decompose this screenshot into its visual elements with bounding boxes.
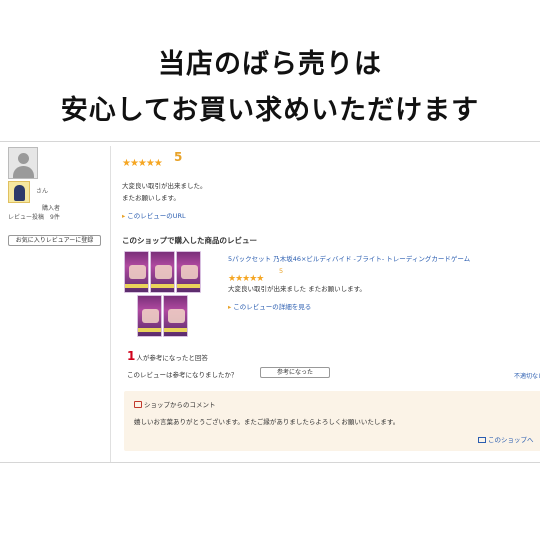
purchaser-label: 購入者 <box>42 205 61 212</box>
badge-figure-shape <box>14 185 25 201</box>
avatar[interactable] <box>8 147 38 179</box>
product-title-link[interactable]: 5パックセット 乃木坂46×ビルディバイド -ブライト- トレーディングカードゲ… <box>228 253 470 263</box>
banner-line-1: 当店のばら売りは <box>158 49 382 80</box>
arrow-right-icon: ▸ <box>228 303 232 311</box>
review-main: ★★★★★ 5 大変良い取引が出来ました。 またお願いします。 ▸ このレビューの… <box>118 142 540 462</box>
product-rating-value: 5 <box>279 267 284 275</box>
review-url-label: このレビューのURL <box>127 212 186 220</box>
add-favorite-reviewer-button[interactable]: お気に入りレビュアーに登録 <box>8 235 101 246</box>
shop-comment-title-label: ショップからのコメント <box>144 401 216 409</box>
star-icons: ★★★★★ <box>122 158 163 169</box>
promo-banner: 当店のばら売りは 安心してお買い求めいただけます <box>0 0 540 140</box>
helpful-count-number: 1 <box>127 349 136 363</box>
review-card: さん 購入者 レビュー投稿 9件 お気に入りレビュアーに登録 ★★★★★ 5 大… <box>0 141 540 463</box>
review-detail-link[interactable]: ▸ このレビューの詳細を見る <box>228 301 311 311</box>
review-url-link[interactable]: ▸ このレビューのURL <box>122 210 186 220</box>
reviewer-name[interactable]: さん <box>36 186 48 195</box>
mail-icon <box>478 437 486 443</box>
card-pack-image <box>176 251 201 293</box>
review-text-line-2: またお願いします。 <box>122 194 180 202</box>
helpful-count-suffix: 人が参考になったと回答 <box>136 354 208 362</box>
banner-line-2: 安心してお買い求めいただけます <box>60 95 480 126</box>
avatar-body-shape <box>13 166 34 178</box>
review-rating-stars: ★★★★★ <box>122 151 163 170</box>
helpful-button[interactable]: 参考になった <box>260 367 330 378</box>
shop-products-heading: このショップで購入した商品のレビュー <box>122 236 257 245</box>
avatar-head-shape <box>18 153 29 164</box>
speech-bubble-icon <box>134 401 142 408</box>
shop-link-label: このショップへ <box>488 436 534 444</box>
card-pack-image <box>150 251 175 293</box>
card-pack-image <box>137 295 162 337</box>
review-rating-value: 5 <box>174 150 183 164</box>
helpful-question: このレビューは参考になりましたか？ <box>127 371 238 379</box>
review-text-line-1: 大変良い取引が出来ました。 <box>122 182 207 190</box>
shop-comment-title: ショップからのコメント <box>134 399 216 409</box>
shop-link[interactable]: このショップへ <box>478 434 534 444</box>
report-review-link[interactable]: 不適切なレビューを報告 <box>514 371 540 380</box>
shop-comment-box: ショップからのコメント 嬉しいお言葉ありがとうございます。またご縁がありましたら… <box>124 391 540 451</box>
arrow-right-icon: ▸ <box>122 212 126 220</box>
review-count: レビュー投稿 9件 <box>8 214 60 221</box>
reviewer-panel: さん 購入者 レビュー投稿 9件 お気に入りレビュアーに登録 <box>0 142 110 462</box>
review-detail-label: このレビューの詳細を見る <box>233 303 312 311</box>
product-review-text: 大変良い取引が出来ました またお願いします。 <box>228 285 366 293</box>
product-image[interactable] <box>122 251 208 347</box>
reviewer-badge-icon <box>8 181 30 203</box>
helpful-count: 1人が参考になったと回答 <box>127 349 208 363</box>
card-pack-image <box>124 251 149 293</box>
card-pack-image <box>163 295 188 337</box>
shop-comment-text: 嬉しいお言葉ありがとうございます。またご縁がありましたらよろしくお願いいたします… <box>134 418 400 426</box>
column-divider <box>110 146 111 462</box>
